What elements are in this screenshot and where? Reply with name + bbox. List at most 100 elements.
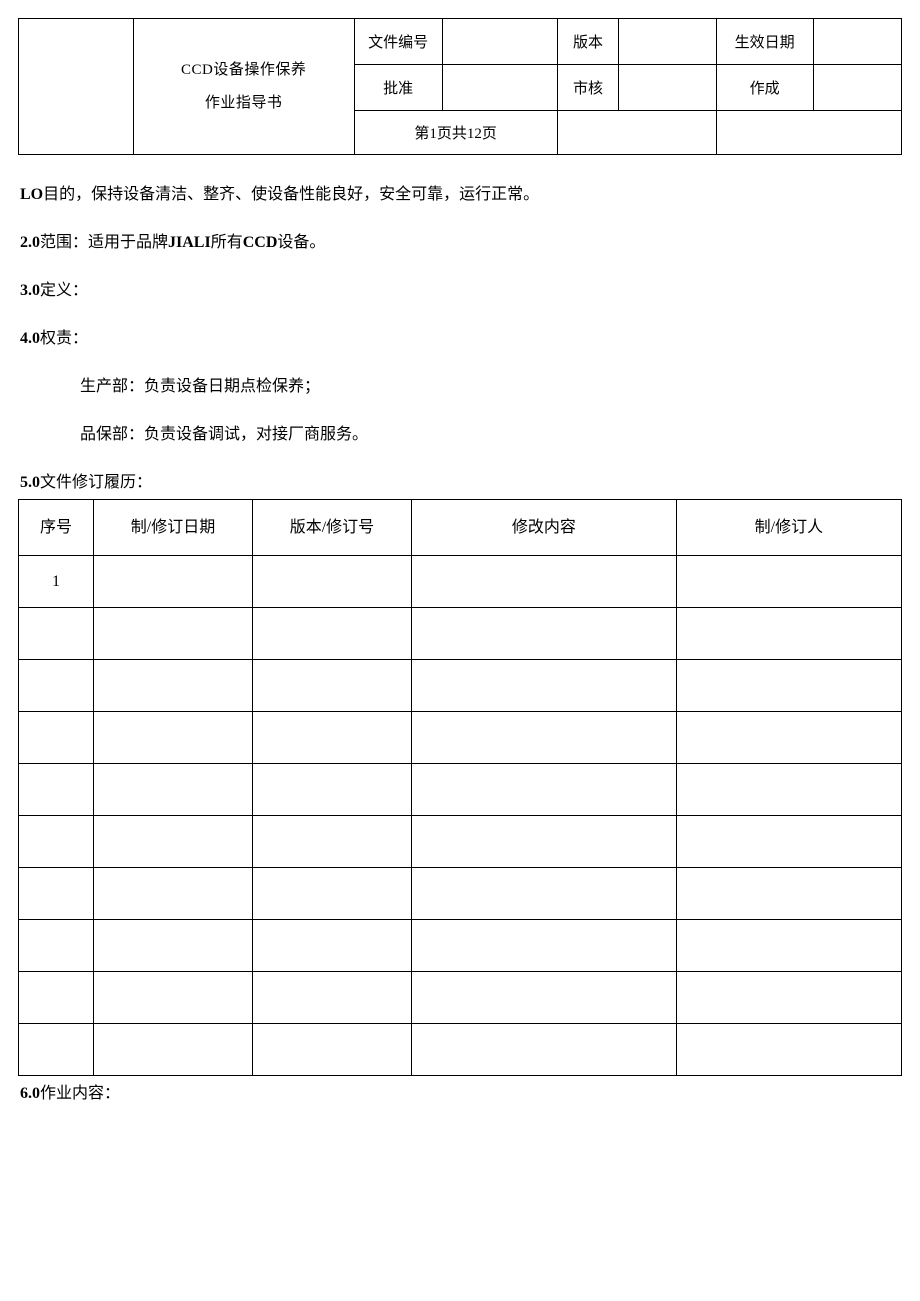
cell-version bbox=[252, 868, 411, 920]
create-value bbox=[813, 65, 901, 111]
table-row bbox=[19, 1024, 902, 1076]
cell-person bbox=[676, 868, 901, 920]
cell-person bbox=[676, 556, 901, 608]
cell-date bbox=[94, 1024, 253, 1076]
responsibility-quality: 品保部：负责设备调试，对接厂商服务。 bbox=[80, 423, 902, 447]
cell-content bbox=[411, 816, 676, 868]
cell-seq bbox=[19, 868, 94, 920]
table-row bbox=[19, 660, 902, 712]
document-title-line2: 作业指导书 bbox=[205, 95, 283, 111]
section-4-text: 权责： bbox=[40, 330, 88, 347]
version-value bbox=[619, 19, 716, 65]
section-2-brand: JIALI bbox=[168, 234, 211, 251]
section-2-prefix: 2.0 bbox=[20, 234, 40, 251]
table-row bbox=[19, 972, 902, 1024]
responsibility-production: 生产部：负责设备日期点检保养； bbox=[80, 375, 902, 399]
cell-content bbox=[411, 712, 676, 764]
section-1-text: 目的，保持设备清洁、整齐、使设备性能良好，安全可靠，运行正常。 bbox=[43, 186, 539, 203]
cell-person bbox=[676, 608, 901, 660]
cell-content bbox=[411, 764, 676, 816]
cell-seq bbox=[19, 816, 94, 868]
document-title-line1: CCD设备操作保养 bbox=[181, 62, 306, 78]
cell-person bbox=[676, 816, 901, 868]
section-revision-history: 5.0文件修订履历： bbox=[18, 471, 902, 495]
header-person: 制/修订人 bbox=[676, 500, 901, 556]
cell-seq bbox=[19, 972, 94, 1024]
cell-version bbox=[252, 712, 411, 764]
cell-date bbox=[94, 764, 253, 816]
section-2-device: CCD bbox=[243, 234, 278, 251]
cell-content bbox=[411, 660, 676, 712]
cell-person bbox=[676, 1024, 901, 1076]
revision-table-header-row: 序号 制/修订日期 版本/修订号 修改内容 制/修订人 bbox=[19, 500, 902, 556]
cell-content bbox=[411, 556, 676, 608]
table-row bbox=[19, 608, 902, 660]
table-row bbox=[19, 764, 902, 816]
page-info: 第1页共12页 bbox=[354, 111, 557, 155]
table-row bbox=[19, 868, 902, 920]
approve-value bbox=[442, 65, 557, 111]
cell-date bbox=[94, 920, 253, 972]
review-label: 市核 bbox=[557, 65, 619, 111]
effective-date-value bbox=[813, 19, 901, 65]
cell-content bbox=[411, 608, 676, 660]
section-purpose: LO目的，保持设备清洁、整齐、使设备性能良好，安全可靠，运行正常。 bbox=[18, 183, 902, 207]
section-3-prefix: 3.0 bbox=[20, 282, 40, 299]
table-row bbox=[19, 920, 902, 972]
section-1-prefix: LO bbox=[20, 186, 43, 203]
section-responsibility: 4.0权责： bbox=[18, 327, 902, 351]
cell-person bbox=[676, 764, 901, 816]
cell-person bbox=[676, 972, 901, 1024]
cell-date bbox=[94, 972, 253, 1024]
section-definition: 3.0定义： bbox=[18, 279, 902, 303]
table-row bbox=[19, 816, 902, 868]
cell-version bbox=[252, 608, 411, 660]
revision-history-table: 序号 制/修订日期 版本/修订号 修改内容 制/修订人 1 bbox=[18, 499, 902, 1076]
section-2-text3: 设备。 bbox=[277, 234, 325, 251]
cell-seq: 1 bbox=[19, 556, 94, 608]
cell-version bbox=[252, 556, 411, 608]
table-row: 1 bbox=[19, 556, 902, 608]
section-scope: 2.0范围：适用于品牌JIALI所有CCD设备。 bbox=[18, 231, 902, 255]
cell-date bbox=[94, 868, 253, 920]
document-body: LO目的，保持设备清洁、整齐、使设备性能良好，安全可靠，运行正常。 2.0范围：… bbox=[18, 183, 902, 1106]
cell-version bbox=[252, 1024, 411, 1076]
cell-person bbox=[676, 712, 901, 764]
cell-version bbox=[252, 816, 411, 868]
version-label: 版本 bbox=[557, 19, 619, 65]
create-label: 作成 bbox=[716, 65, 813, 111]
cell-version bbox=[252, 972, 411, 1024]
document-header-table: CCD设备操作保养 作业指导书 文件编号 版本 生效日期 批准 市核 作成 第1… bbox=[18, 18, 902, 155]
cell-seq bbox=[19, 660, 94, 712]
section-work-content: 6.0作业内容： bbox=[18, 1082, 902, 1106]
cell-version bbox=[252, 660, 411, 712]
section-3-text: 定义： bbox=[40, 282, 88, 299]
section-4-prefix: 4.0 bbox=[20, 330, 40, 347]
section-2-text1: 范围：适用于品牌 bbox=[40, 234, 168, 251]
cell-content bbox=[411, 868, 676, 920]
cell-seq bbox=[19, 764, 94, 816]
file-number-label: 文件编号 bbox=[354, 19, 442, 65]
cell-person bbox=[676, 920, 901, 972]
header-content: 修改内容 bbox=[411, 500, 676, 556]
cell-date bbox=[94, 712, 253, 764]
cell-seq bbox=[19, 1024, 94, 1076]
section-2-text2: 所有 bbox=[211, 234, 243, 251]
header-version: 版本/修订号 bbox=[252, 500, 411, 556]
section-6-text: 作业内容： bbox=[40, 1085, 120, 1102]
cell-date bbox=[94, 556, 253, 608]
cell-person bbox=[676, 660, 901, 712]
section-6-prefix: 6.0 bbox=[20, 1085, 40, 1102]
section-5-text: 文件修订履历： bbox=[40, 474, 152, 491]
header-date: 制/修订日期 bbox=[94, 500, 253, 556]
cell-content bbox=[411, 920, 676, 972]
document-title: CCD设备操作保养 作业指导书 bbox=[133, 19, 354, 155]
cell-content bbox=[411, 1024, 676, 1076]
approve-label: 批准 bbox=[354, 65, 442, 111]
header-seq: 序号 bbox=[19, 500, 94, 556]
review-value bbox=[619, 65, 716, 111]
cell-version bbox=[252, 764, 411, 816]
section-5-prefix: 5.0 bbox=[20, 474, 40, 491]
cell-date bbox=[94, 660, 253, 712]
cell-content bbox=[411, 972, 676, 1024]
